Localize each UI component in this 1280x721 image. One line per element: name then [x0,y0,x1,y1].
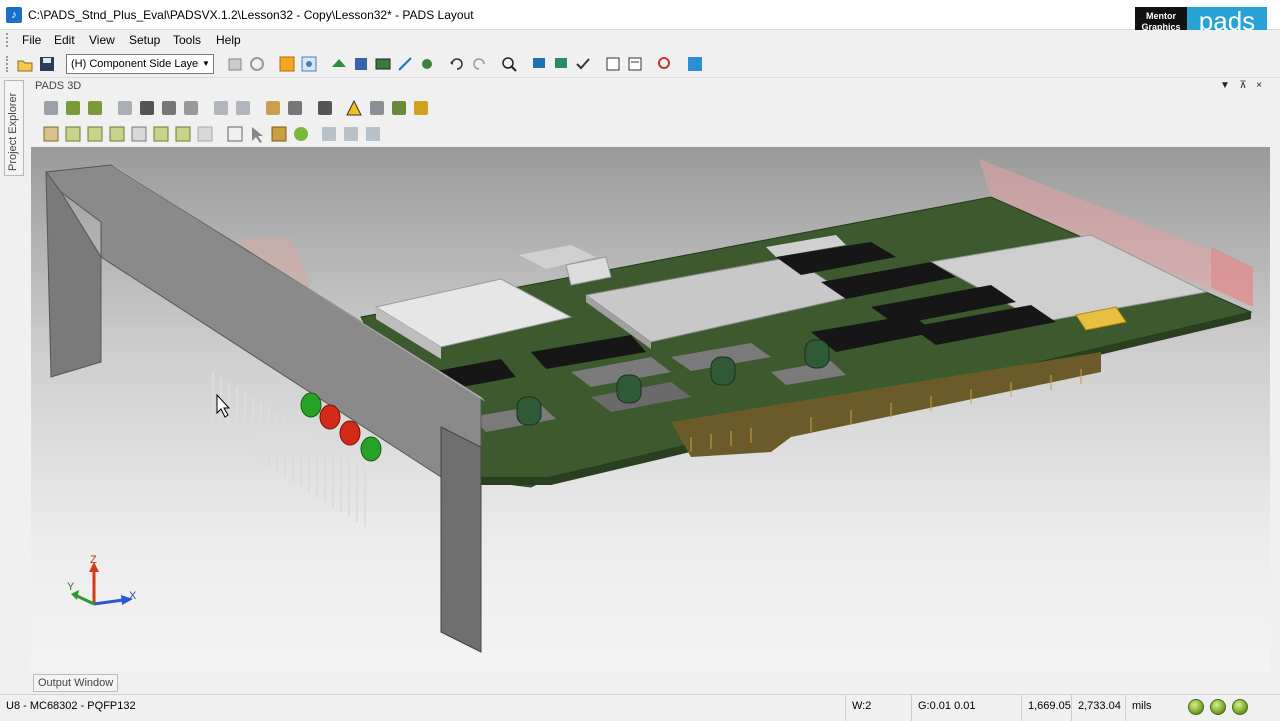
status-led-2-icon [1210,699,1226,715]
verify-icon[interactable] [574,55,592,73]
properties-icon[interactable] [226,55,244,73]
highlight-icon[interactable] [278,55,296,73]
toolbar-grip[interactable] [6,33,9,47]
open-icon[interactable] [16,55,34,73]
project-explorer-tab[interactable]: Project Explorer [4,80,24,176]
3d-viewport[interactable]: Z Y X [31,147,1270,672]
board-icon[interactable] [374,55,392,73]
status-component: U8 - MC68302 - PQFP132 [6,700,136,712]
title-bar: ♪ C:\PADS_Stnd_Plus_Eval\PADSVX.1.2\Less… [0,0,1280,37]
axis-z-label: Z [90,554,97,566]
find-icon[interactable] [300,55,318,73]
3d-toolbar-row1-icons [44,99,428,116]
menu-file[interactable]: File [18,32,45,48]
window-title: C:\PADS_Stnd_Plus_Eval\PADSVX.1.2\Lesson… [28,8,474,22]
status-y: 2,733.04 [1071,695,1125,721]
drc-icon[interactable] [656,55,674,73]
menu-tools[interactable]: Tools [169,32,205,48]
pane-pin-icon[interactable]: ⊼ [1236,79,1250,93]
layer-select-value: (H) Component Side Layer [71,58,202,70]
redo-icon[interactable] [470,55,488,73]
3d-toolbar-row2 [30,122,390,146]
pads-3d-pane-header: PADS 3D ▼ ⊼ × [30,78,1270,96]
status-x: 1,669.05 [1021,695,1071,721]
menu-view[interactable]: View [85,32,119,48]
status-units: mils [1125,695,1181,721]
axis-triad: Z Y X [67,554,137,606]
mouse-cursor [216,393,231,418]
refresh-icon[interactable] [248,55,266,73]
via-icon[interactable] [418,55,436,73]
undo-icon[interactable] [448,55,466,73]
3d-toolbar-row2-icons [43,126,380,143]
line-icon[interactable] [396,55,414,73]
route-icon[interactable] [330,55,348,73]
zoom-icon[interactable] [500,55,518,73]
status-grid: G:0.01 0.01 [911,695,1021,721]
status-width: W:2 [845,695,910,721]
save-icon[interactable] [38,55,56,73]
menu-setup[interactable]: Setup [125,32,164,48]
menu-help[interactable]: Help [212,32,245,48]
pane-title: PADS 3D [35,80,82,92]
app-icon: ♪ [6,7,22,23]
axis-y-label: Y [67,581,75,593]
export-icon[interactable] [604,55,622,73]
report-icon[interactable] [626,55,644,73]
pane-dropdown-icon[interactable]: ▼ [1218,79,1232,93]
status-led-1-icon [1188,699,1204,715]
output-window-tab[interactable]: Output Window [33,674,119,692]
view-3d-icon[interactable] [530,55,548,73]
pane-close-icon[interactable]: × [1252,79,1266,93]
axis-x-label: X [129,590,137,602]
pcb-3d-model[interactable] [31,147,1270,672]
menu-edit[interactable]: Edit [50,32,79,48]
right-edge [1272,78,1280,694]
layer-select[interactable]: (H) Component Side Layer ▼ [66,54,214,74]
menu-bar: File Edit View Setup Tools Help [0,30,1280,50]
status-led-3-icon [1232,699,1248,715]
chevron-down-icon[interactable]: ▼ [199,55,213,73]
status-bar: U8 - MC68302 - PQFP132 W:2 G:0.01 0.01 1… [0,694,1280,721]
project-explorer-label: Project Explorer [7,92,19,171]
toolbar-grip[interactable] [6,56,9,72]
view-top-icon[interactable] [552,55,570,73]
pour-icon[interactable] [352,55,370,73]
layout-icon[interactable] [686,55,704,73]
3d-toolbar-row1 [30,96,440,120]
